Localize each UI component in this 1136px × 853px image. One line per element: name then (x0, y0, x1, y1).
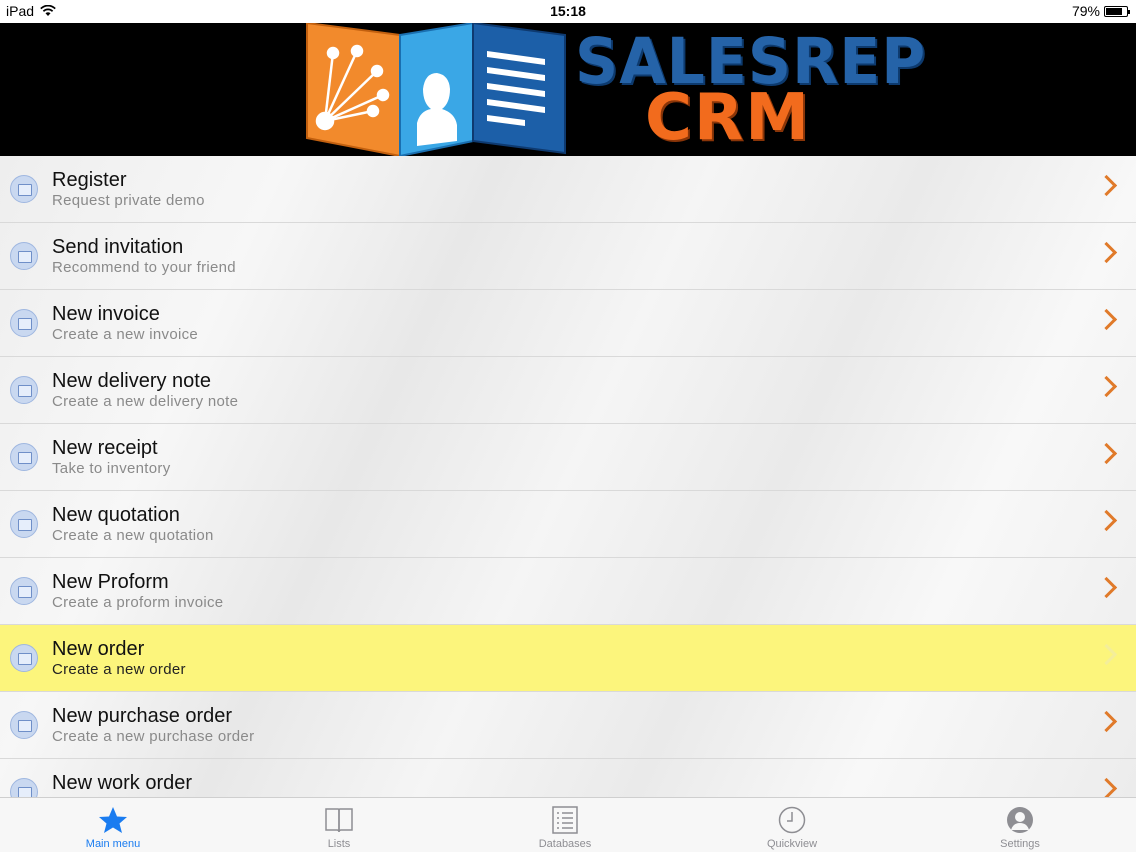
clock: 15:18 (550, 3, 586, 19)
receipt-icon (10, 443, 38, 471)
tab-label: Settings (1000, 838, 1040, 850)
tab-bar: Main menu Lists Databases Quickview Sett… (0, 797, 1136, 852)
menu-row-subtitle: Recommend to your friend (52, 259, 236, 276)
menu-row[interactable]: New Proform Create a proform invoice (0, 558, 1136, 625)
menu-row-title: New work order (52, 772, 193, 794)
tab-label: Quickview (766, 838, 818, 850)
user-icon (1007, 807, 1033, 833)
menu-row-title: New invoice (52, 303, 160, 325)
chevron-right-icon (1095, 241, 1118, 264)
battery-percent: 79% (1071, 3, 1100, 19)
work-order-icon (10, 778, 38, 797)
proform-icon (10, 577, 38, 605)
menu-row-title: New purchase order (52, 705, 233, 727)
header-banner: SALESREP CRM (0, 23, 1136, 156)
tab-databases[interactable]: Databases (485, 798, 645, 853)
chevron-right-icon (1095, 375, 1118, 398)
menu-row-subtitle: Create a new quotation (52, 527, 214, 544)
menu-row-title: New delivery note (52, 370, 211, 392)
star-icon (99, 807, 127, 833)
tab-settings[interactable]: Settings (940, 798, 1100, 853)
invoice-icon (10, 309, 38, 337)
main-menu-list: Register Request private demo Send invitat… (0, 156, 1136, 797)
menu-row[interactable]: New order Create a new order (0, 625, 1136, 692)
menu-row-subtitle: Create a new order (52, 661, 186, 678)
menu-row-title: New Proform (52, 571, 169, 593)
menu-row-subtitle: Create a new delivery note (52, 393, 239, 410)
order-icon (10, 644, 38, 672)
menu-row[interactable]: New receipt Take to inventory (0, 424, 1136, 491)
chevron-right-icon (1095, 442, 1118, 465)
menu-row-title: Send invitation (52, 236, 184, 258)
menu-row-subtitle: Create a new purchase order (52, 728, 255, 745)
menu-row[interactable]: New quotation Create a new quotation (0, 491, 1136, 558)
status-bar: iPad 15:18 79% (0, 0, 1136, 23)
menu-row-title: New order (52, 638, 145, 660)
battery-icon (1104, 5, 1130, 17)
status-right: 79% (1071, 3, 1130, 19)
tab-main-menu[interactable]: Main menu (33, 798, 193, 853)
tab-lists[interactable]: Lists (259, 798, 419, 853)
menu-row-title: New receipt (52, 437, 158, 459)
logo-text-crm: CRM (645, 81, 811, 155)
delivery-note-icon (10, 376, 38, 404)
menu-row-subtitle: Create a proform invoice (52, 594, 224, 611)
battery-fill (1106, 7, 1122, 15)
menu-row[interactable]: Send invitation Recommend to your friend (0, 223, 1136, 290)
menu-row-title: Register (52, 169, 127, 191)
menu-row-subtitle: Create a new invoice (52, 326, 199, 343)
purchase-order-icon (10, 711, 38, 739)
chevron-right-icon (1095, 509, 1118, 532)
menu-row[interactable]: New work orderCreate a new work order (0, 759, 1136, 797)
tab-label: Main menu (85, 838, 141, 850)
menu-row[interactable]: New delivery note Create a new delivery n… (0, 357, 1136, 424)
menu-row[interactable]: New invoice Create a new invoice (0, 290, 1136, 357)
chevron-right-icon (1095, 710, 1118, 733)
invitation-icon (10, 242, 38, 270)
tab-quickview[interactable]: Quickview (712, 798, 872, 853)
clock-icon (778, 806, 806, 834)
chevron-right-icon (1095, 643, 1118, 666)
menu-row-subtitle: Request private demo (52, 192, 205, 209)
quotation-icon (10, 510, 38, 538)
app-logo: SALESREP CRM (305, 23, 925, 156)
tab-label: Lists (327, 838, 351, 850)
chevron-right-icon (1095, 777, 1118, 797)
book-icon (325, 808, 353, 833)
chevron-right-icon (1095, 174, 1118, 197)
logo-folder-icon (306, 23, 566, 156)
register-icon (10, 175, 38, 203)
chevron-right-icon (1095, 308, 1118, 331)
menu-row[interactable]: New purchase order Create a new purchase … (0, 692, 1136, 759)
menu-row-subtitle: Take to inventory (52, 460, 171, 477)
menu-row-title: New quotation (52, 504, 180, 526)
list-icon (552, 806, 578, 834)
menu-row[interactable]: Register Request private demo (0, 156, 1136, 223)
chevron-right-icon (1095, 576, 1118, 599)
tab-label: Databases (538, 838, 592, 850)
